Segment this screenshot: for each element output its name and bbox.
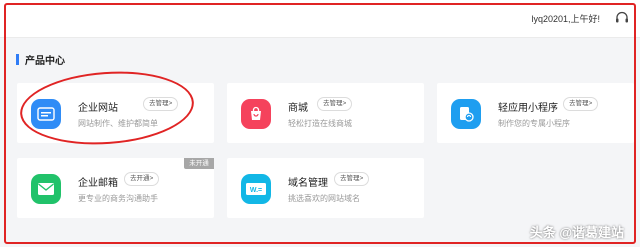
- watermark: 头条 @谐葛建站: [529, 225, 624, 240]
